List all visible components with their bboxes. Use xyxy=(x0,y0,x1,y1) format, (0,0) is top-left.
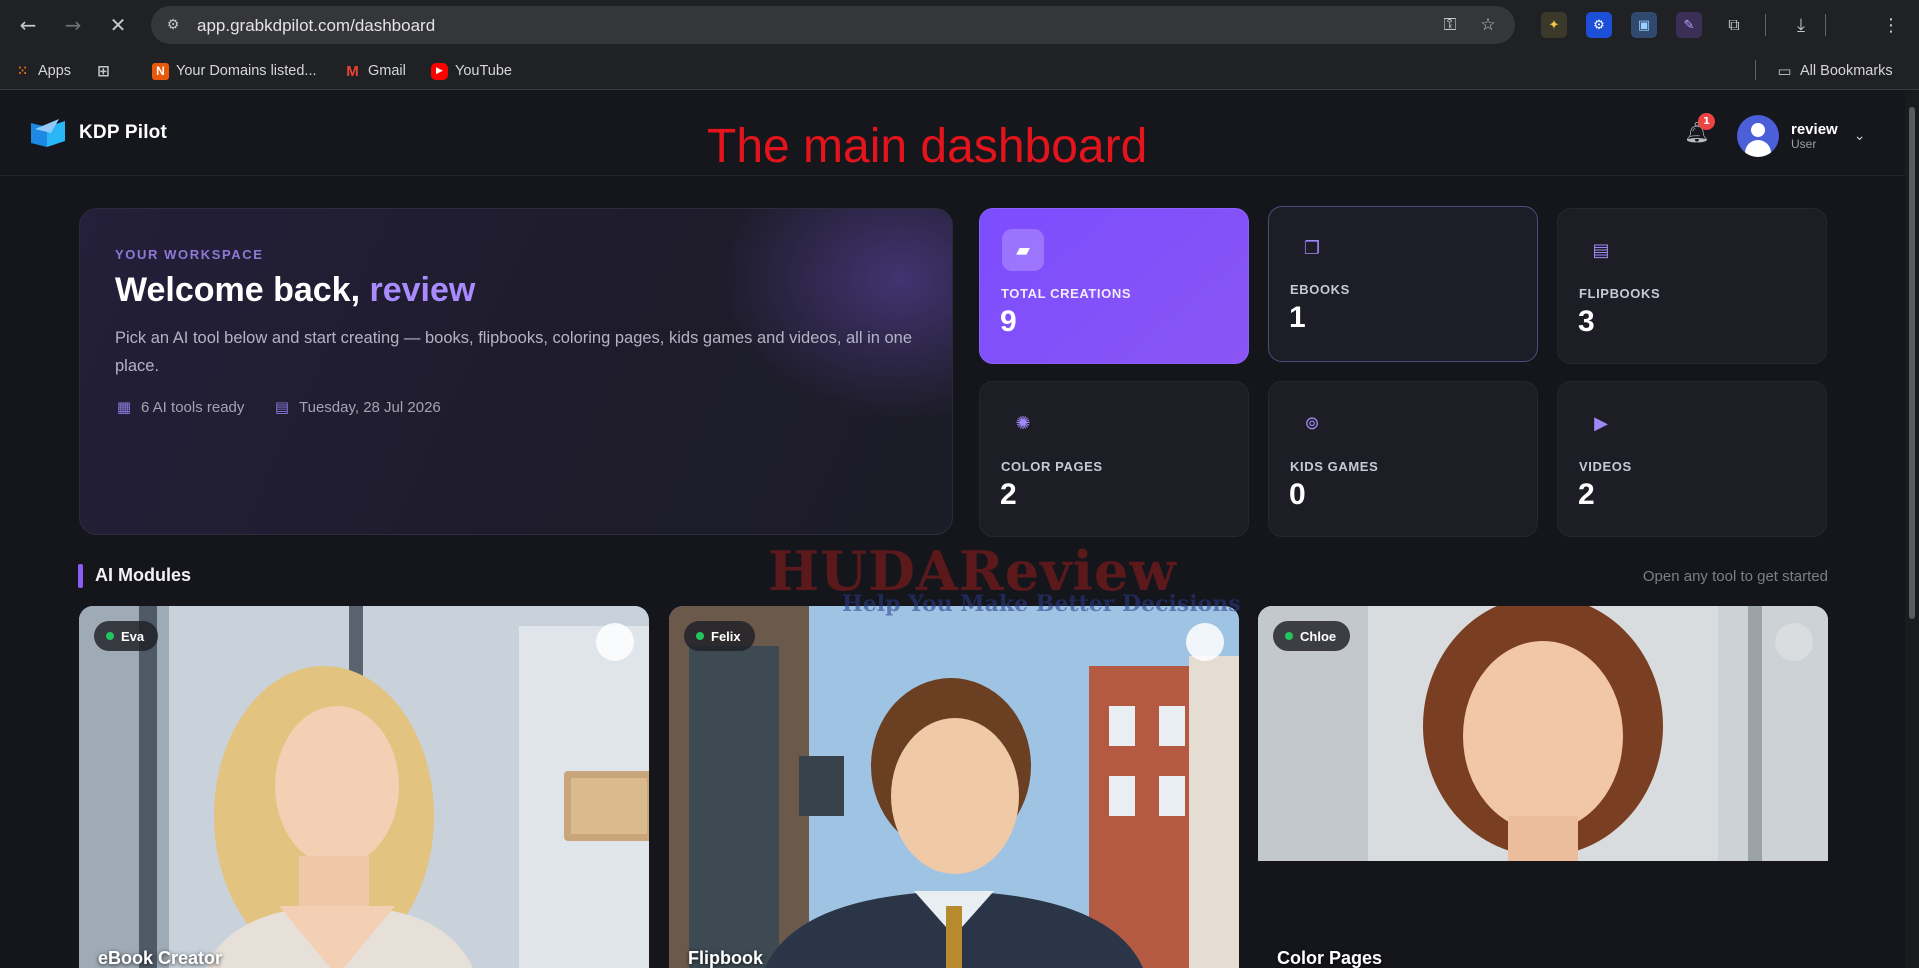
module-card-flipbook[interactable]: Felix Flipbook xyxy=(669,606,1239,968)
assistant-tag-felix: Felix xyxy=(684,621,755,651)
extension-feather-icon[interactable]: ✎ xyxy=(1676,12,1702,38)
user-role: User xyxy=(1791,136,1817,151)
user-menu[interactable]: review User ⌄ xyxy=(1737,115,1865,157)
favorite-toggle[interactable] xyxy=(1186,623,1224,661)
felix-illustration xyxy=(669,606,1239,968)
bookmark-star-icon[interactable]: ☆ xyxy=(1477,14,1499,36)
online-status-dot xyxy=(696,632,704,640)
favorite-toggle[interactable] xyxy=(596,623,634,661)
video-icon: ▶ xyxy=(1594,412,1608,434)
online-status-dot xyxy=(1285,632,1293,640)
bookmark-gmail[interactable]: M Gmail xyxy=(344,60,406,82)
welcome-description: Pick an AI tool below and start creating… xyxy=(115,329,913,375)
stat-ebooks[interactable]: ❐ EBOOKS 1 xyxy=(1268,206,1538,362)
assistant-tag-chloe: Chloe xyxy=(1273,621,1351,651)
bookmark-domains[interactable]: N Your Domains listed... xyxy=(152,60,317,82)
user-name: review xyxy=(1791,120,1838,138)
ai-modules-title: AI Modules xyxy=(95,565,192,585)
extensions-puzzle-icon[interactable]: ⧉ xyxy=(1721,12,1747,38)
briefcase-icon: ▰ xyxy=(1002,229,1044,271)
app-root: KDP Pilot The main dashboard 🔔︎ 1 review… xyxy=(0,91,1905,968)
extension-seo-icon[interactable]: ✦ xyxy=(1541,12,1567,38)
bookmark-tab-groups[interactable]: ⊞ xyxy=(95,60,112,82)
forward-icon[interactable]: → xyxy=(59,11,87,39)
browser-menu-icon[interactable]: ⋮ xyxy=(1878,12,1904,38)
avatar xyxy=(1737,115,1779,157)
apps-grid-icon: ⁙ xyxy=(17,64,28,78)
notifications-bell-icon[interactable]: 🔔︎ 1 xyxy=(1684,113,1715,145)
date-meta: ▤ Tuesday, 28 Jul 2026 xyxy=(274,398,441,416)
module-name: Flipbook xyxy=(688,948,763,968)
module-name: eBook Creator xyxy=(98,948,223,968)
stat-kids-games[interactable]: ⊚ KIDS GAMES 0 xyxy=(1268,381,1538,537)
bookmarks-bar: ⁙ Apps ⊞ N Your Domains listed... M Gmai… xyxy=(0,50,1919,90)
site-settings-icon[interactable]: ⚙ xyxy=(163,15,183,35)
url-text[interactable]: app.grabkdpilot.com/dashboard xyxy=(197,16,435,36)
bookmark-youtube[interactable]: ▶ YouTube xyxy=(431,60,512,82)
stat-color-pages[interactable]: ✺ COLOR PAGES 2 xyxy=(979,381,1249,537)
palette-icon: ✺ xyxy=(1015,412,1031,434)
stat-videos[interactable]: ▶ VIDEOS 2 xyxy=(1557,381,1827,537)
ai-modules-hint: Open any tool to get started xyxy=(1642,568,1828,585)
youtube-icon: ▶ xyxy=(431,62,448,80)
brand-name: KDP Pilot xyxy=(79,122,168,143)
gamepad-icon: ⊚ xyxy=(1304,412,1320,434)
module-card-color-pages[interactable]: Chloe Color Pages xyxy=(1258,606,1828,968)
bookmark-apps[interactable]: ⁙ Apps xyxy=(14,60,71,82)
app-header: KDP Pilot The main dashboard 🔔︎ 1 review… xyxy=(0,91,1905,176)
stat-total-creations[interactable]: ▰ TOTAL CREATIONS 9 xyxy=(979,208,1249,364)
page-scrollbar[interactable] xyxy=(1905,91,1919,968)
scrollbar-thumb[interactable] xyxy=(1909,107,1915,619)
ebook-icon: ❐ xyxy=(1303,237,1321,259)
address-bar[interactable]: ⚙ app.grabkdpilot.com/dashboard ⚿ ☆ xyxy=(151,6,1515,44)
welcome-card: YOUR WORKSPACE Welcome back, review Pick… xyxy=(79,208,953,535)
gmail-icon: M xyxy=(346,62,359,80)
watermark-title: HUDAReview xyxy=(768,539,1177,603)
module-name: Color Pages xyxy=(1277,948,1383,968)
video-caption-overlay: The main dashboard xyxy=(707,120,1148,173)
online-status-dot xyxy=(106,632,114,640)
stat-flipbooks[interactable]: ▤ FLIPBOOKS 3 xyxy=(1557,208,1827,364)
welcome-user-name: review xyxy=(369,271,476,309)
flipbook-icon: ▤ xyxy=(1592,239,1610,261)
workspace-kicker: YOUR WORKSPACE xyxy=(115,247,264,262)
extension-gear-icon[interactable]: ⚙ xyxy=(1586,12,1612,38)
chloe-illustration xyxy=(1258,606,1828,968)
tools-ready-meta: ▦ 6 AI tools ready xyxy=(116,398,245,416)
password-key-icon[interactable]: ⚿ xyxy=(1439,14,1461,36)
back-icon[interactable]: ← xyxy=(14,11,42,39)
domains-icon: N xyxy=(152,62,169,80)
eva-illustration xyxy=(79,606,649,968)
chevron-down-icon: ⌄ xyxy=(1853,128,1866,144)
calendar-icon: ▤ xyxy=(274,398,290,416)
all-bookmarks[interactable]: ▭ All Bookmarks xyxy=(1776,60,1892,82)
tab-groups-icon: ⊞ xyxy=(97,62,110,80)
browser-toolbar: ← → ✕ ⚙ app.grabkdpilot.com/dashboard ⚿ … xyxy=(0,0,1919,50)
download-icon[interactable]: ⤓ xyxy=(1788,12,1814,38)
brand-logo[interactable]: KDP Pilot xyxy=(29,117,167,149)
favorite-toggle[interactable] xyxy=(1775,623,1813,661)
folder-icon: ▭ xyxy=(1777,62,1792,80)
extension-screen-icon[interactable]: ▣ xyxy=(1631,12,1657,38)
stop-loading-icon[interactable]: ✕ xyxy=(104,11,132,39)
section-accent-bar xyxy=(78,564,83,588)
module-card-ebook-creator[interactable]: Eva eBook Creator xyxy=(79,606,649,968)
grid-icon: ▦ xyxy=(116,398,132,416)
notification-count-badge: 1 xyxy=(1698,113,1715,130)
watermark: HUDAReview Help You Make Better Decision… xyxy=(768,539,1241,617)
welcome-title: Welcome back, review xyxy=(115,271,476,309)
kdp-logo-icon xyxy=(29,117,69,149)
assistant-tag-eva: Eva xyxy=(94,621,159,651)
